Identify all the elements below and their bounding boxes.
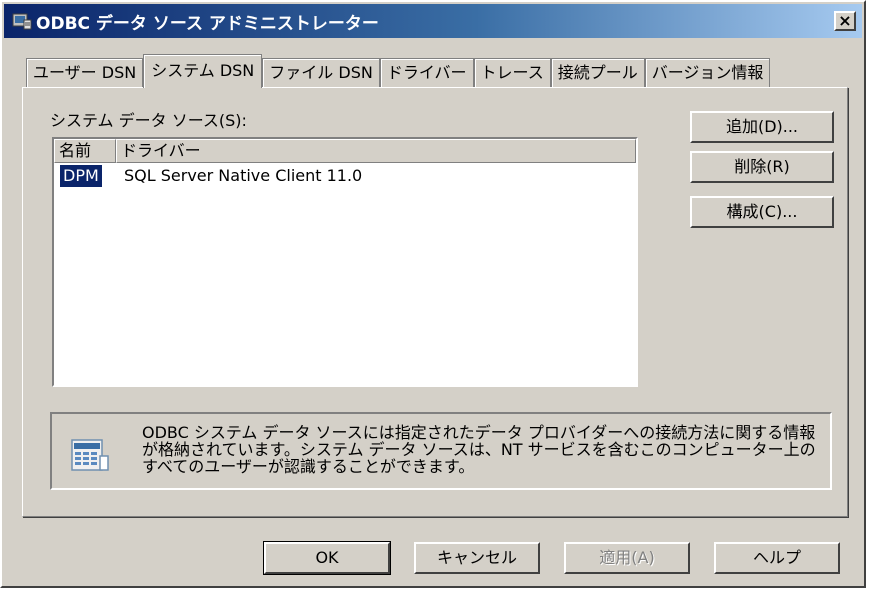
ok-button[interactable]: OK <box>263 541 391 575</box>
dsn-name-cell[interactable]: DPM <box>60 165 102 187</box>
column-header-driver[interactable]: ドライバー <box>116 139 636 163</box>
info-box: ODBC システム データ ソースには指定されたデータ プロバイダーへの接続方法… <box>50 412 832 490</box>
tab-system-dsn[interactable]: システム DSN <box>143 54 263 88</box>
close-button[interactable]: × <box>834 11 856 31</box>
apply-button[interactable]: 適用(A) <box>564 542 690 574</box>
datasource-info-icon <box>71 439 109 471</box>
tab-drivers[interactable]: ドライバー <box>379 58 474 88</box>
info-description: ODBC システム データ ソースには指定されたデータ プロバイダーへの接続方法… <box>142 423 816 476</box>
list-header: 名前 ドライバー <box>54 139 636 163</box>
tab-tracing[interactable]: トレース <box>473 58 551 88</box>
system-data-sources-label: システム データ ソース(S): <box>50 111 247 130</box>
dsn-driver-cell[interactable]: SQL Server Native Client 11.0 <box>124 165 362 187</box>
list-item[interactable]: DPM SQL Server Native Client 11.0 <box>54 163 636 189</box>
tab-file-dsn[interactable]: ファイル DSN <box>262 58 380 88</box>
tab-strip: ユーザー DSN システム DSN ファイル DSN ドライバー トレース 接続… <box>26 54 771 88</box>
column-header-name[interactable]: 名前 <box>54 139 116 163</box>
tab-connection-pooling[interactable]: 接続プール <box>550 58 645 88</box>
window-title: ODBC データ ソース アドミニストレーター <box>36 14 379 34</box>
odbc-admin-icon <box>12 13 32 30</box>
tab-user-dsn[interactable]: ユーザー DSN <box>26 58 144 88</box>
tab-about[interactable]: バージョン情報 <box>644 58 771 88</box>
configure-button[interactable]: 構成(C)... <box>690 196 834 228</box>
help-button[interactable]: ヘルプ <box>714 542 840 574</box>
title-bar[interactable]: ODBC データ ソース アドミニストレーター × <box>4 4 862 38</box>
close-icon: × <box>838 11 852 30</box>
system-dsn-list[interactable]: 名前 ドライバー DPM SQL Server Native Client 11… <box>52 137 638 387</box>
cancel-button[interactable]: キャンセル <box>414 542 540 574</box>
apply-label: 適用(A) <box>599 548 655 567</box>
remove-button[interactable]: 削除(R) <box>690 151 834 183</box>
add-button[interactable]: 追加(D)... <box>690 111 834 143</box>
